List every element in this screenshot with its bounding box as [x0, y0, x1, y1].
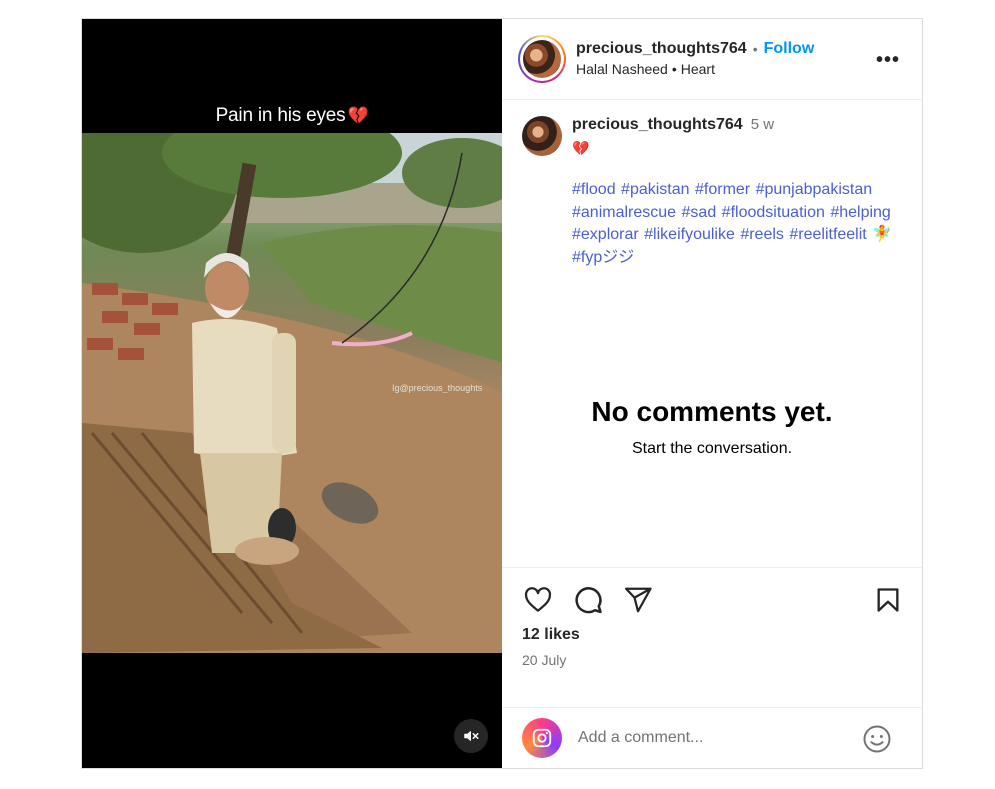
empty-comments-title: No comments yet. [591, 396, 833, 427]
caption-emoji: 🧚 [872, 226, 893, 243]
empty-comments-subtitle: Start the conversation. [631, 440, 793, 457]
save-button[interactable] [874, 586, 902, 619]
speaker-muted-icon [464, 730, 479, 742]
avatar [523, 40, 561, 78]
hashtag-link[interactable]: #sad [682, 204, 717, 221]
caption-avatar[interactable] [522, 116, 562, 156]
instagram-logo-icon [532, 728, 552, 748]
share-button[interactable] [622, 584, 654, 616]
hashtag-link[interactable]: #flood [572, 181, 616, 198]
current-user-avatar [522, 718, 562, 758]
audio-track: Heart [680, 61, 715, 78]
hashtag-link[interactable]: #fypジジ [572, 249, 634, 266]
caption-timestamp[interactable]: 5 w [751, 116, 774, 133]
separator-dot: • [752, 40, 758, 57]
hashtag-link[interactable]: #reels [740, 226, 784, 243]
comment-bar [502, 707, 922, 768]
caption-area: precious_thoughts764 5 w 💔 #flood #pakist… [502, 100, 922, 567]
smiley-icon [863, 725, 891, 753]
post-side-panel: precious_thoughts764 • Follow Halal Nash… [502, 19, 922, 768]
header-text: precious_thoughts764 • Follow Halal Nash… [576, 39, 814, 79]
comment-icon [575, 587, 602, 614]
more-options-button[interactable]: ••• [876, 49, 900, 72]
post-header: precious_thoughts764 • Follow Halal Nash… [502, 19, 922, 100]
hashtag-link[interactable]: #animalrescue [572, 204, 676, 221]
header-username[interactable]: precious_thoughts764 [576, 39, 747, 59]
hashtag-link[interactable]: #likeifyoulike [644, 226, 735, 243]
post-dialog: Pain in his eyes 💔 Ig@precious_thoughts … [81, 18, 923, 769]
follow-button[interactable]: Follow [764, 39, 815, 59]
caption-username[interactable]: precious_thoughts764 [572, 116, 743, 133]
hashtag-link[interactable]: #reelitfeelit [789, 226, 866, 243]
hashtag-link[interactable]: #pakistan [621, 181, 690, 198]
caption-row: precious_thoughts764 5 w 💔 [522, 116, 902, 157]
hashtag-link[interactable]: #helping [830, 204, 891, 221]
likes-count[interactable]: 12 likes [522, 626, 902, 644]
story-ring-avatar[interactable] [518, 35, 566, 83]
comment-button[interactable] [572, 584, 604, 616]
audio-separator: • [671, 61, 677, 78]
hashtag-link[interactable]: #floodsituation [722, 204, 825, 221]
post-date: 20 July [522, 652, 567, 668]
mute-button[interactable] [454, 719, 488, 753]
more-icon: ••• [875, 49, 900, 71]
action-bar: 12 likes 20 July [502, 567, 922, 707]
empty-comments: No comments yet. Start the conversation. [502, 396, 922, 458]
audio-artist: Halal Nasheed [576, 61, 668, 78]
heart-icon [524, 587, 552, 612]
send-icon [625, 587, 652, 613]
video-watermark: Ig@precious_thoughts [392, 383, 483, 393]
post-video[interactable]: Pain in his eyes 💔 Ig@precious_thoughts [82, 19, 502, 768]
emoji-picker-button[interactable] [862, 724, 892, 759]
flood-scene-illustration [82, 133, 502, 653]
hashtag-link[interactable]: #punjabpakistan [756, 181, 873, 198]
video-frame: Ig@precious_thoughts [82, 133, 502, 653]
bookmark-icon [877, 588, 899, 612]
hashtag-list: #flood #pakistan #former #punjabpakistan… [572, 179, 912, 269]
video-overlay-text: Pain in his eyes 💔 [82, 105, 502, 127]
comment-input[interactable] [578, 729, 838, 747]
broken-heart-emoji: 💔 [347, 106, 369, 125]
audio-link[interactable]: Halal Nasheed • Heart [576, 61, 814, 79]
hashtag-link[interactable]: #former [695, 181, 750, 198]
overlay-text: Pain in his eyes [215, 105, 346, 126]
caption-emoji: 💔 [572, 140, 590, 156]
like-button[interactable] [522, 584, 554, 616]
hashtag-link[interactable]: #explorar [572, 226, 639, 243]
